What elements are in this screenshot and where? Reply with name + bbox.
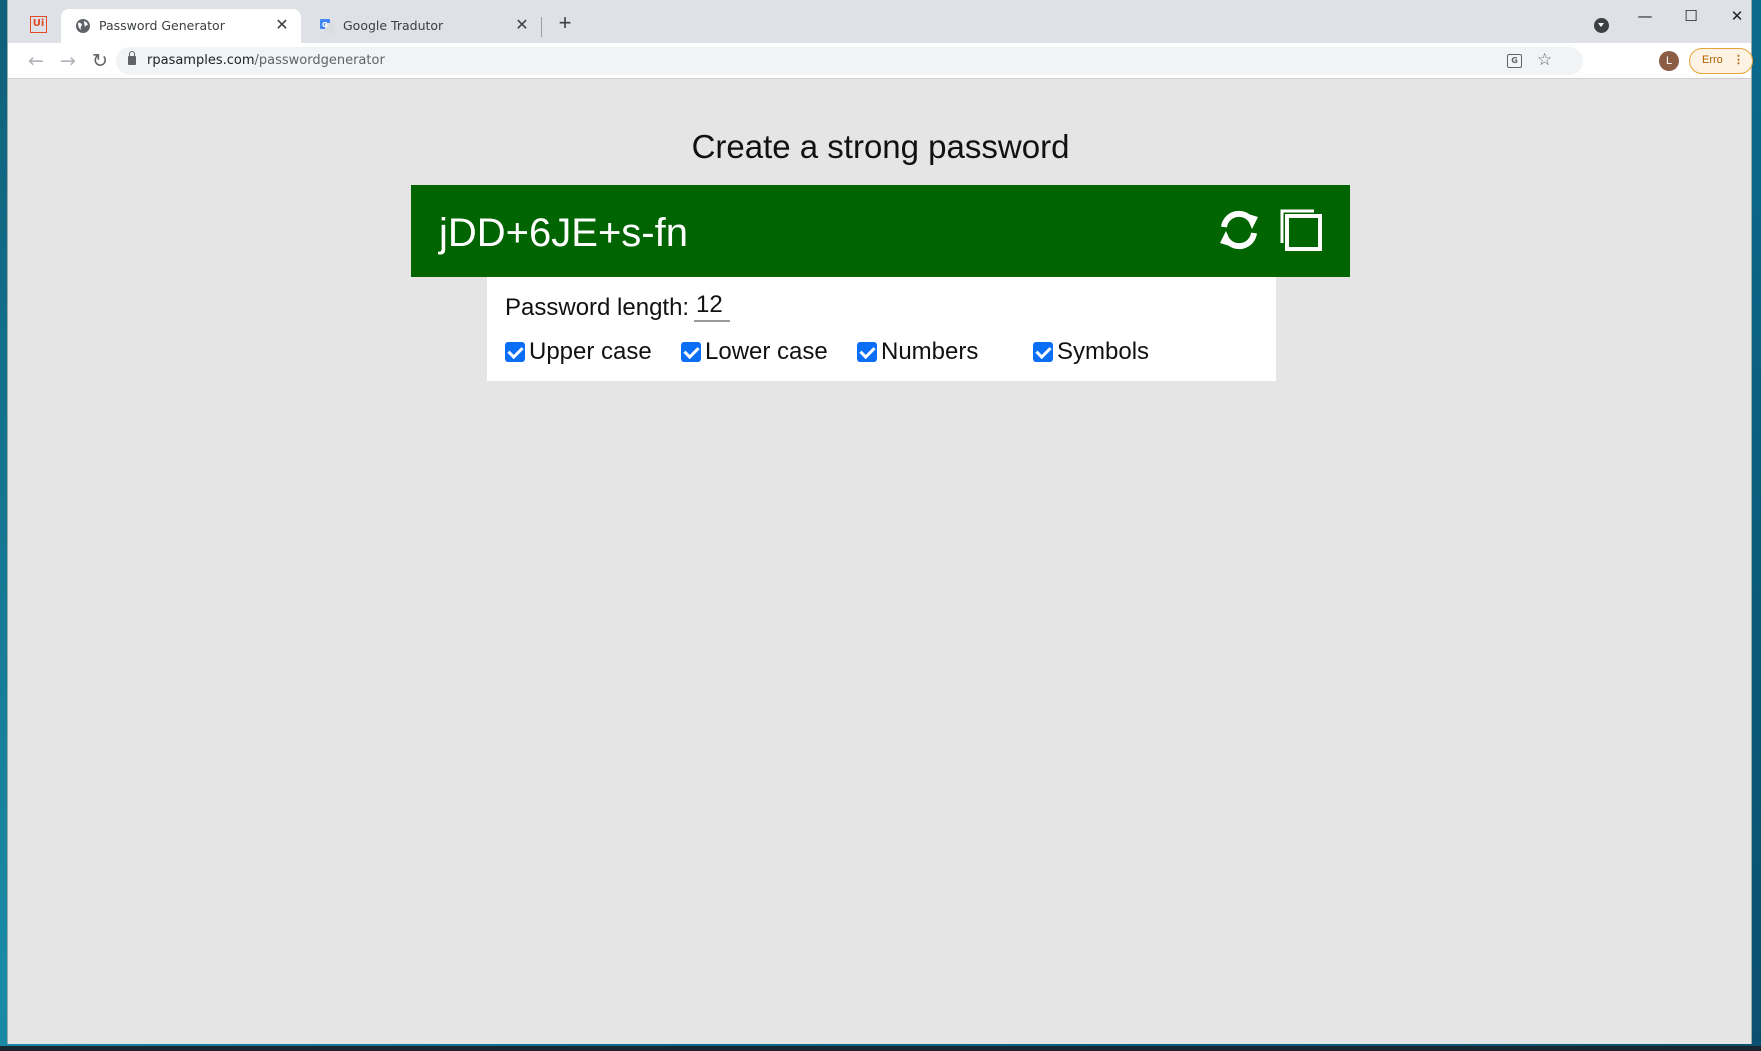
checkbox-checked-icon[interactable] (857, 342, 877, 362)
lock-icon[interactable] (128, 51, 136, 65)
checkbox-checked-icon[interactable] (1033, 342, 1053, 362)
copy-icon[interactable] (1278, 207, 1324, 253)
symbols-label: Symbols (1057, 338, 1150, 365)
tab-strip: Ui Password Generator ✕ G Google Traduto… (8, 0, 1751, 43)
page-heading: Create a strong password (691, 128, 1070, 165)
browser-toolbar: ← → ↻ rpasamples.com/passwordgenerator G… (8, 43, 1753, 79)
address-bar[interactable]: rpasamples.com/passwordgenerator G ☆ (116, 47, 1583, 75)
numbers-label: Numbers (881, 338, 979, 365)
refresh-icon[interactable] (1216, 207, 1262, 253)
tab-title: Google Tradutor (343, 18, 444, 33)
tab-password-generator[interactable]: Password Generator ✕ (61, 9, 301, 43)
url-text: rpasamples.com/passwordgenerator (147, 53, 385, 68)
lowercase-label: Lower case (705, 338, 828, 365)
tab-search-icon[interactable] (1594, 18, 1609, 33)
tab-separator (541, 17, 542, 37)
bookmark-star-icon[interactable]: ☆ (1537, 50, 1552, 70)
back-button[interactable]: ← (22, 47, 50, 75)
generated-password[interactable]: jDD+6JE+s-fn (439, 211, 688, 256)
svg-text:G: G (322, 21, 328, 29)
password-length-label: Password length: (505, 294, 690, 321)
profile-avatar[interactable]: L (1659, 51, 1679, 71)
password-length-input[interactable]: 12 (694, 292, 730, 322)
google-translate-icon: G (320, 19, 334, 33)
tab-google-tradutor[interactable]: G Google Tradutor ✕ (305, 9, 541, 43)
close-window-button[interactable]: ✕ (1717, 4, 1757, 28)
uipath-app-icon[interactable]: Ui (30, 16, 47, 33)
checkbox-checked-icon[interactable] (505, 342, 525, 362)
minimize-button[interactable]: — (1625, 4, 1665, 28)
new-tab-button[interactable]: + (554, 12, 576, 34)
browser-window: Ui Password Generator ✕ G Google Traduto… (7, 0, 1753, 1044)
page-content: Create a strong password jDD+6JE+s-fn Pa… (8, 80, 1751, 1044)
tab-title: Password Generator (99, 18, 225, 33)
translate-icon[interactable]: G (1507, 54, 1522, 68)
maximize-button[interactable]: ☐ (1671, 4, 1711, 28)
error-label: Erro (1702, 54, 1723, 66)
tab-close-icon[interactable]: ✕ (513, 16, 531, 34)
uppercase-label: Upper case (529, 338, 652, 365)
password-options: Password length: 12 Upper case Lower cas… (487, 277, 1276, 381)
checkbox-checked-icon[interactable] (681, 342, 701, 362)
error-button[interactable]: Erro ⋮ (1689, 48, 1753, 74)
globe-icon (76, 19, 90, 33)
password-display: jDD+6JE+s-fn (411, 185, 1350, 277)
forward-button[interactable]: → (54, 47, 82, 75)
kebab-menu-icon: ⋮ (1733, 54, 1744, 66)
taskbar (0, 1046, 1761, 1051)
tab-close-icon[interactable]: ✕ (273, 16, 291, 34)
reload-button[interactable]: ↻ (86, 47, 114, 75)
